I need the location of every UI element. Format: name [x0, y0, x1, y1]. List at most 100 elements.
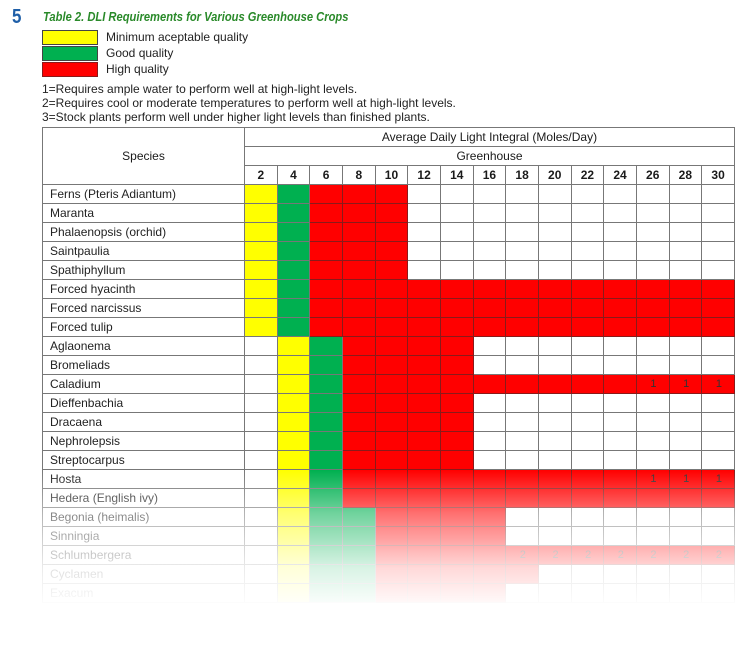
dli-cell [244, 317, 278, 337]
dli-cell [635, 583, 670, 603]
dli-cell [570, 203, 605, 223]
species-name: Exacum [42, 583, 245, 603]
dli-cell [472, 298, 507, 318]
species-name: Schlumbergera [42, 545, 245, 565]
dli-cell [505, 336, 539, 356]
dli-cell [309, 431, 343, 451]
dli-cell [635, 298, 670, 318]
dli-cell [374, 412, 409, 432]
dli-cell [701, 431, 735, 451]
dli-cell [276, 431, 311, 451]
dli-cell [603, 374, 637, 394]
dli-cell [341, 374, 376, 394]
dli-cell [407, 393, 441, 413]
species-name: Saintpaulia [42, 241, 245, 261]
dli-cell [603, 526, 637, 546]
dli-cell [537, 488, 572, 508]
dli-cell [701, 393, 735, 413]
dli-cell [668, 222, 703, 242]
dli-cell [570, 222, 605, 242]
table-row: Streptocarpus [42, 450, 735, 470]
table-row: Sinningia [42, 526, 735, 546]
dli-cell [439, 507, 474, 527]
dli-cell [701, 184, 735, 204]
greenhouse-subheader: Greenhouse [244, 146, 735, 166]
dli-cell [374, 431, 409, 451]
dli-cell: 1 [668, 469, 703, 489]
dli-cell [505, 298, 539, 318]
dli-cell [341, 241, 376, 261]
dli-cell [635, 222, 670, 242]
dli-cell [276, 317, 311, 337]
dli-cell [505, 507, 539, 527]
dli-cell [407, 488, 441, 508]
dli-cell [472, 583, 507, 603]
dli-cell [439, 488, 474, 508]
dli-cell [472, 564, 507, 584]
dli-cell [537, 336, 572, 356]
species-name: Streptocarpus [42, 450, 245, 470]
dli-cell [570, 488, 605, 508]
dli-cell: 2 [635, 545, 670, 565]
dli-cell [439, 393, 474, 413]
dli-cell [341, 279, 376, 299]
dli-cell [407, 431, 441, 451]
dli-cell [603, 203, 637, 223]
legend-label: Good quality [106, 46, 174, 60]
dli-cell [276, 564, 311, 584]
table-row: Dracaena [42, 412, 735, 432]
dli-cell [603, 222, 637, 242]
dli-cell [341, 355, 376, 375]
dli-cell [244, 526, 278, 546]
dli-cell [505, 222, 539, 242]
table-row: Dieffenbachia [42, 393, 735, 413]
dli-cell [374, 469, 409, 489]
dli-cell [668, 336, 703, 356]
column-header: 18 [505, 165, 539, 185]
table-row: Saintpaulia [42, 241, 735, 261]
dli-cell [570, 469, 605, 489]
dli-cell [505, 412, 539, 432]
table-row: Ferns (Pteris Adiantum) [42, 184, 735, 204]
dli-cell [537, 469, 572, 489]
dli-cell [635, 526, 670, 546]
dli-cell [374, 526, 409, 546]
dli-cell [374, 336, 409, 356]
dli-cell [635, 203, 670, 223]
dli-cell [668, 450, 703, 470]
dli-cell [635, 564, 670, 584]
dli-cell [374, 507, 409, 527]
dli-cell [570, 393, 605, 413]
table-row: Hedera (English ivy) [42, 488, 735, 508]
dli-cell [374, 374, 409, 394]
dli-cell [244, 450, 278, 470]
dli-cell [244, 355, 278, 375]
dli-cell [570, 355, 605, 375]
dli-cell [341, 393, 376, 413]
dli-cell [668, 355, 703, 375]
dli-cell [668, 393, 703, 413]
dli-cell [537, 431, 572, 451]
table-row: Schlumbergera 2 2 2 2 2 2 2 [42, 545, 735, 565]
column-header: 8 [341, 165, 376, 185]
dli-cell [407, 298, 441, 318]
dli-cell [276, 526, 311, 546]
dli-cell [309, 393, 343, 413]
dli-cell [244, 412, 278, 432]
species-name: Bromeliads [42, 355, 245, 375]
dli-cell [439, 431, 474, 451]
dli-cell [472, 431, 507, 451]
dli-cell [472, 488, 507, 508]
dli-cell [374, 450, 409, 470]
dli-cell [341, 184, 376, 204]
dli-cell [570, 412, 605, 432]
dli-cell [309, 545, 343, 565]
column-header: 16 [472, 165, 507, 185]
dli-cell [309, 469, 343, 489]
dli-cell [309, 298, 343, 318]
dli-cell [244, 393, 278, 413]
dli-cell [505, 203, 539, 223]
dli-cell [439, 583, 474, 603]
dli-cell [309, 260, 343, 280]
species-name: Dieffenbachia [42, 393, 245, 413]
